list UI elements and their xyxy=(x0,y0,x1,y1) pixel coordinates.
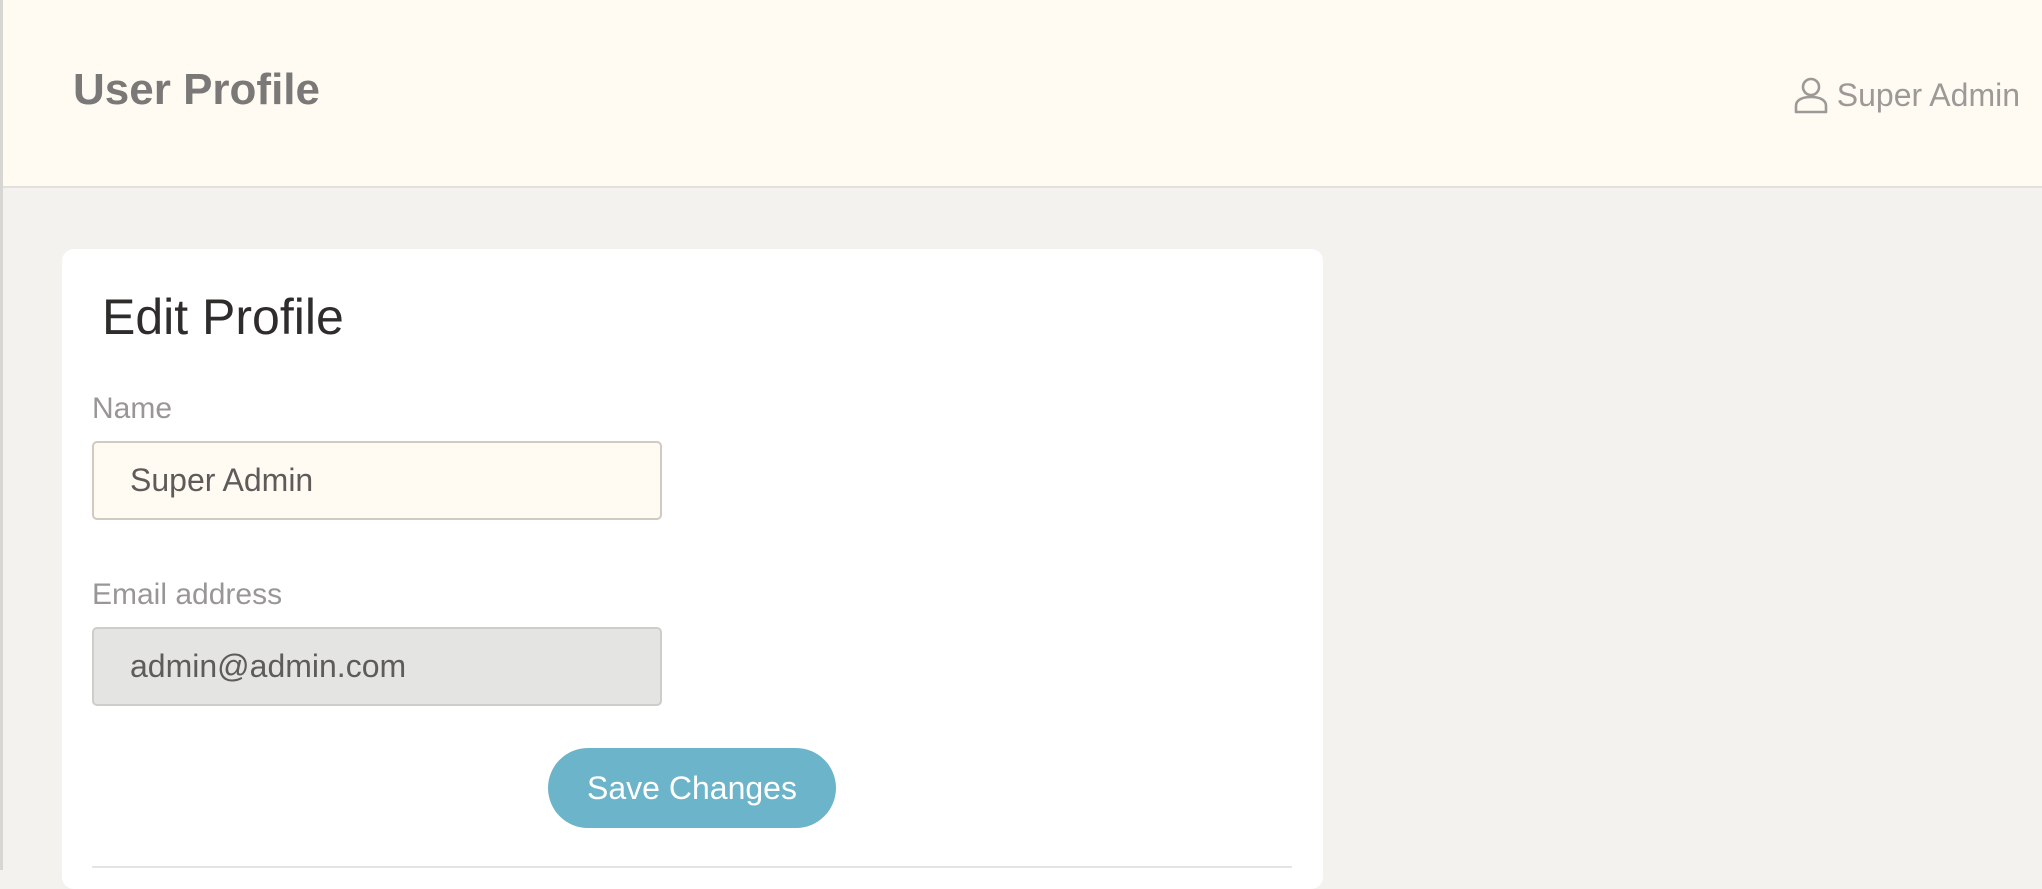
top-header: User Profile Super Admin xyxy=(3,0,2042,188)
name-input[interactable] xyxy=(92,441,662,520)
user-icon xyxy=(1793,76,1829,114)
edit-profile-card: Edit Profile Name Email address Save Cha… xyxy=(62,249,1323,889)
card-divider xyxy=(92,866,1292,868)
email-input xyxy=(92,627,662,706)
save-changes-button[interactable]: Save Changes xyxy=(548,748,836,828)
page-title: User Profile xyxy=(73,65,320,114)
user-menu[interactable]: Super Admin xyxy=(1793,72,2020,118)
edit-profile-title: Edit Profile xyxy=(102,289,344,345)
user-menu-name: Super Admin xyxy=(1836,76,2020,113)
email-label: Email address xyxy=(92,578,283,611)
name-label: Name xyxy=(92,392,173,425)
